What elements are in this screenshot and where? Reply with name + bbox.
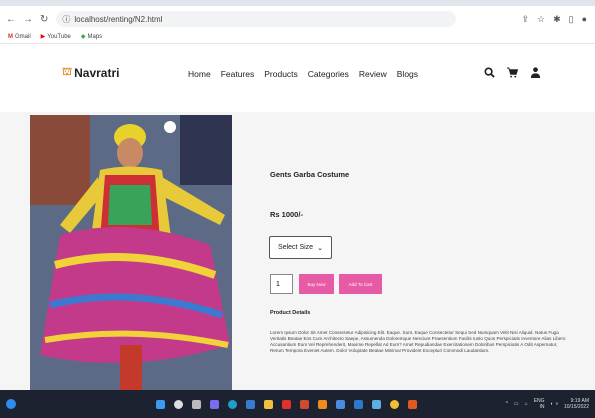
- brand-logo[interactable]: ⛫ Navratri: [62, 66, 119, 80]
- site-header: ⛫ Navratri Home Features Products Catego…: [0, 44, 595, 112]
- product-price: Rs 1000/-: [270, 210, 303, 219]
- menu-categories[interactable]: Categories: [308, 69, 349, 79]
- volume-icon[interactable]: ◐ ◑: [551, 401, 558, 407]
- weather-icon[interactable]: [6, 399, 16, 409]
- bookmark-youtube[interactable]: ▶ YouTube: [40, 33, 71, 41]
- explorer-icon[interactable]: [264, 399, 273, 409]
- back-icon[interactable]: ←: [6, 14, 16, 25]
- cart-icon[interactable]: [507, 67, 518, 78]
- bookmark-gmail[interactable]: M Gmail: [8, 34, 31, 40]
- share-icon[interactable]: ⇪: [521, 14, 529, 25]
- store-icon[interactable]: [246, 399, 255, 409]
- product-details-label: Product Details: [270, 310, 311, 316]
- menu-features[interactable]: Features: [221, 69, 255, 79]
- menu-review[interactable]: Review: [359, 69, 387, 79]
- quantity-input[interactable]: 1: [270, 274, 293, 294]
- network-icon[interactable]: ⌂: [525, 401, 528, 407]
- photos-icon[interactable]: [408, 399, 417, 409]
- basket-icon: ⛫: [62, 66, 73, 78]
- gmail-icon: M: [8, 33, 13, 40]
- search-icon[interactable]: [484, 67, 495, 78]
- product-image: [30, 115, 232, 390]
- acrobat-icon[interactable]: [282, 399, 291, 409]
- info-icon: ⓘ: [62, 14, 71, 24]
- user-icon[interactable]: [530, 67, 541, 78]
- forward-icon[interactable]: →: [23, 14, 33, 25]
- battery-icon[interactable]: ▭: [514, 401, 519, 407]
- chat-icon[interactable]: [210, 399, 219, 409]
- dancer-illustration: [30, 115, 232, 390]
- vlc-icon[interactable]: [318, 399, 327, 409]
- size-select-value: Select Size: [278, 244, 314, 251]
- address-bar[interactable]: ⓘ localhost/renting/N2.html: [56, 11, 457, 27]
- extensions-icon[interactable]: ✱: [553, 14, 561, 25]
- product-title: Gents Garba Costume: [270, 170, 350, 179]
- menu-blogs[interactable]: Blogs: [397, 69, 418, 79]
- windows-taskbar: ^ ▭ ⌂ ENG IN ◐ ◑ 9:19 AM 10/15/2022: [0, 390, 595, 418]
- menu-products[interactable]: Products: [264, 69, 298, 79]
- task-view-icon[interactable]: [192, 399, 201, 409]
- main-menu: Home Features Products Categories Review…: [188, 69, 418, 79]
- bookmarks-bar: M Gmail ▶ YouTube ◆ Maps: [0, 30, 595, 44]
- chrome-icon[interactable]: [390, 399, 399, 409]
- search-taskbar-icon[interactable]: [174, 399, 183, 409]
- header-icons: [484, 67, 541, 78]
- taskbar-apps: [156, 399, 417, 409]
- paint-icon[interactable]: [372, 399, 381, 409]
- chevron-up-icon[interactable]: ^: [506, 401, 508, 407]
- sidebar-icon[interactable]: ▯: [569, 14, 574, 25]
- system-tray: ^ ▭ ⌂ ENG IN ◐ ◑ 9:19 AM 10/15/2022: [506, 398, 589, 410]
- reload-icon[interactable]: ↻: [40, 14, 48, 25]
- browser-toolbar: ← → ↻ ⓘ localhost/renting/N2.html ⇪ ☆ ✱ …: [0, 8, 595, 30]
- windows-start-icon[interactable]: [156, 399, 165, 409]
- edge-icon[interactable]: [228, 399, 237, 409]
- product-details-text: Lorem Ipsum Dolor Sit Amet Consectetur A…: [270, 330, 566, 353]
- office-icon[interactable]: [300, 399, 309, 409]
- clock[interactable]: 9:19 AM 10/15/2022: [564, 398, 589, 410]
- browser-actions: ⇪ ☆ ✱ ▯ ●: [521, 14, 587, 25]
- language-indicator[interactable]: ENG IN: [534, 398, 545, 410]
- vscode-icon[interactable]: [354, 399, 363, 409]
- buy-now-button[interactable]: Buy Now: [299, 274, 334, 294]
- url-text: localhost/renting/N2.html: [74, 14, 163, 24]
- menu-home[interactable]: Home: [188, 69, 211, 79]
- chevron-down-icon: ⌄: [317, 244, 323, 252]
- add-to-cart-button[interactable]: Add To Cart: [339, 274, 382, 294]
- browser-tab-strip: [0, 0, 595, 6]
- maps-icon: ◆: [80, 34, 86, 40]
- profile-icon[interactable]: ●: [582, 14, 587, 25]
- nav-buttons: ← → ↻: [6, 14, 48, 25]
- product-section: Gents Garba Costume Rs 1000/- Select Siz…: [0, 112, 595, 390]
- notes-icon[interactable]: [336, 399, 345, 409]
- bookmark-maps[interactable]: ◆ Maps: [80, 33, 102, 41]
- star-icon[interactable]: ☆: [537, 14, 545, 25]
- youtube-icon: ▶: [40, 34, 46, 40]
- size-select[interactable]: Select Size ⌄: [269, 236, 332, 259]
